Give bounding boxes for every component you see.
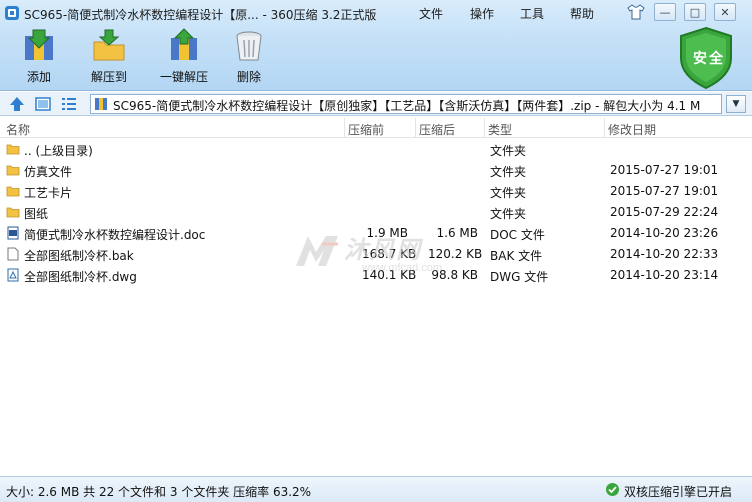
file-compressed-size: 1.6 MB (436, 226, 478, 240)
file-row[interactable]: .. (上级目录) 文件夹 (0, 139, 752, 160)
column-divider[interactable] (415, 118, 416, 138)
column-modified[interactable]: 修改日期 (608, 121, 656, 138)
column-name[interactable]: 名称 (6, 121, 30, 138)
delete-button[interactable]: 删除 (218, 28, 280, 88)
folder-icon (6, 186, 20, 197)
column-divider[interactable] (344, 118, 345, 138)
file-packed-size: 1.9 MB (366, 226, 408, 240)
file-packed-size: 168.7 KB (362, 247, 417, 261)
file-modified: 2014-10-20 23:26 (610, 226, 719, 240)
file-type: DWG 文件 (490, 270, 549, 284)
folder-icon (6, 207, 20, 218)
file-type: 文件夹 (490, 165, 527, 179)
one-click-extract-button-label: 一键解压 (159, 70, 208, 84)
file-name: 工艺卡片 (24, 186, 73, 200)
dwg-file-icon (7, 268, 19, 282)
trash-bin-icon (236, 31, 262, 61)
file-type: 文件夹 (490, 207, 527, 221)
column-divider[interactable] (604, 118, 605, 138)
window-chrome: SC965-简便式制冷水杯数控编程设计【原... - 360压缩 3.2正式版 … (0, 0, 752, 91)
file-modified: 2015-07-27 19:01 (610, 163, 719, 177)
security-shield-badge[interactable]: 安全 (677, 26, 735, 90)
list-view-icon[interactable] (60, 95, 78, 113)
title-bar[interactable]: SC965-简便式制冷水杯数控编程设计【原... - 360压缩 3.2正式版 … (0, 0, 752, 26)
file-type: DOC 文件 (490, 228, 545, 242)
file-type: BAK 文件 (490, 249, 543, 263)
file-list[interactable]: .. (上级目录) 文件夹 仿真文件 文件夹 2015-07-27 19:01 … (0, 139, 752, 469)
zip-archive-icon (95, 98, 107, 110)
file-type: 文件夹 (490, 144, 527, 158)
file-name: 图纸 (24, 207, 49, 221)
up-arrow-icon[interactable] (8, 95, 26, 113)
file-type: 文件夹 (490, 186, 527, 200)
file-row[interactable]: 工艺卡片 文件夹 2015-07-27 19:01 (0, 181, 752, 202)
file-name: 仿真文件 (24, 165, 73, 179)
column-compressed-size[interactable]: 压缩后 (419, 121, 455, 138)
menu-file[interactable]: 文件 (419, 5, 443, 22)
file-packed-size: 140.1 KB (362, 268, 417, 282)
file-row[interactable]: 简便式制冷水杯数控编程设计.doc 1.9 MB 1.6 MB DOC 文件 2… (0, 223, 752, 244)
app-logo-icon (5, 6, 19, 20)
security-status-label: 安全 (693, 51, 725, 67)
file-compressed-size: 120.2 KB (428, 247, 483, 261)
minimize-button[interactable]: — (654, 3, 676, 21)
one-click-extract-button[interactable]: 一键解压 (148, 28, 220, 88)
file-row[interactable]: 图纸 文件夹 2015-07-29 22:24 (0, 202, 752, 223)
extract-to-button-label: 解压到 (90, 70, 127, 84)
address-dropdown-button[interactable]: ▼ (726, 95, 746, 113)
file-list-header: 名称 压缩前 压缩后 类型 修改日期 (0, 118, 752, 138)
add-button[interactable]: 添加 (8, 28, 70, 88)
menu-tools[interactable]: 工具 (520, 5, 544, 22)
status-bar: 大小: 2.6 MB 共 22 个文件和 3 个文件夹 压缩率 63.2% 双核… (0, 476, 752, 502)
check-circle-icon (606, 483, 619, 496)
word-doc-icon (7, 226, 19, 240)
file-name: 全部图纸制冷杯.dwg (24, 270, 137, 284)
archive-summary: 大小: 2.6 MB 共 22 个文件和 3 个文件夹 压缩率 63.2% (6, 485, 312, 499)
file-name: 全部图纸制冷杯.bak (24, 249, 134, 263)
column-packed-size[interactable]: 压缩前 (348, 121, 384, 138)
folder-up-icon (6, 144, 20, 155)
thumbnail-view-icon[interactable] (34, 95, 52, 113)
file-compressed-size: 98.8 KB (431, 268, 478, 282)
address-path: SC965-简便式制冷水杯数控编程设计【原创独家】【工艺品】【含斯沃仿真】【两件… (113, 99, 701, 113)
file-row[interactable]: 全部图纸制冷杯.dwg 140.1 KB 98.8 KB DWG 文件 2014… (0, 265, 752, 286)
address-bar-row: SC965-简便式制冷水杯数控编程设计【原创独家】【工艺品】【含斯沃仿真】【两件… (0, 92, 752, 116)
file-name: 简便式制冷水杯数控编程设计.doc (24, 228, 206, 242)
window-title: SC965-简便式制冷水杯数控编程设计【原... - 360压缩 3.2正式版 (24, 8, 377, 22)
one-click-extract-icon (171, 28, 197, 60)
chevron-down-icon: ▼ (732, 99, 740, 109)
file-row[interactable]: 全部图纸制冷杯.bak 168.7 KB 120.2 KB BAK 文件 201… (0, 244, 752, 265)
add-button-label: 添加 (26, 70, 51, 84)
blank-file-icon (7, 247, 19, 261)
delete-button-label: 删除 (236, 70, 261, 84)
archive-add-icon (25, 29, 53, 60)
folder-icon (6, 165, 20, 176)
menu-operation[interactable]: 操作 (470, 5, 494, 22)
maximize-button[interactable]: □ (684, 3, 706, 21)
file-modified: 2015-07-27 19:01 (610, 184, 719, 198)
close-button[interactable]: ✕ (714, 3, 736, 21)
file-modified: 2014-10-20 23:14 (610, 268, 719, 282)
extract-folder-icon (93, 29, 125, 61)
address-input[interactable]: SC965-简便式制冷水杯数控编程设计【原创独家】【工艺品】【含斯沃仿真】【两件… (90, 94, 722, 114)
engine-status[interactable]: 双核压缩引擎已开启 (624, 483, 732, 500)
file-name: .. (上级目录) (24, 144, 93, 158)
skin-shirt-icon[interactable] (627, 4, 645, 20)
extract-to-button[interactable]: 解压到 (78, 28, 140, 88)
file-modified: 2015-07-29 22:24 (610, 205, 719, 219)
menu-help[interactable]: 帮助 (570, 5, 594, 22)
column-type[interactable]: 类型 (488, 121, 512, 138)
column-divider[interactable] (484, 118, 485, 138)
file-modified: 2014-10-20 22:33 (610, 247, 719, 261)
file-row[interactable]: 仿真文件 文件夹 2015-07-27 19:01 (0, 160, 752, 181)
